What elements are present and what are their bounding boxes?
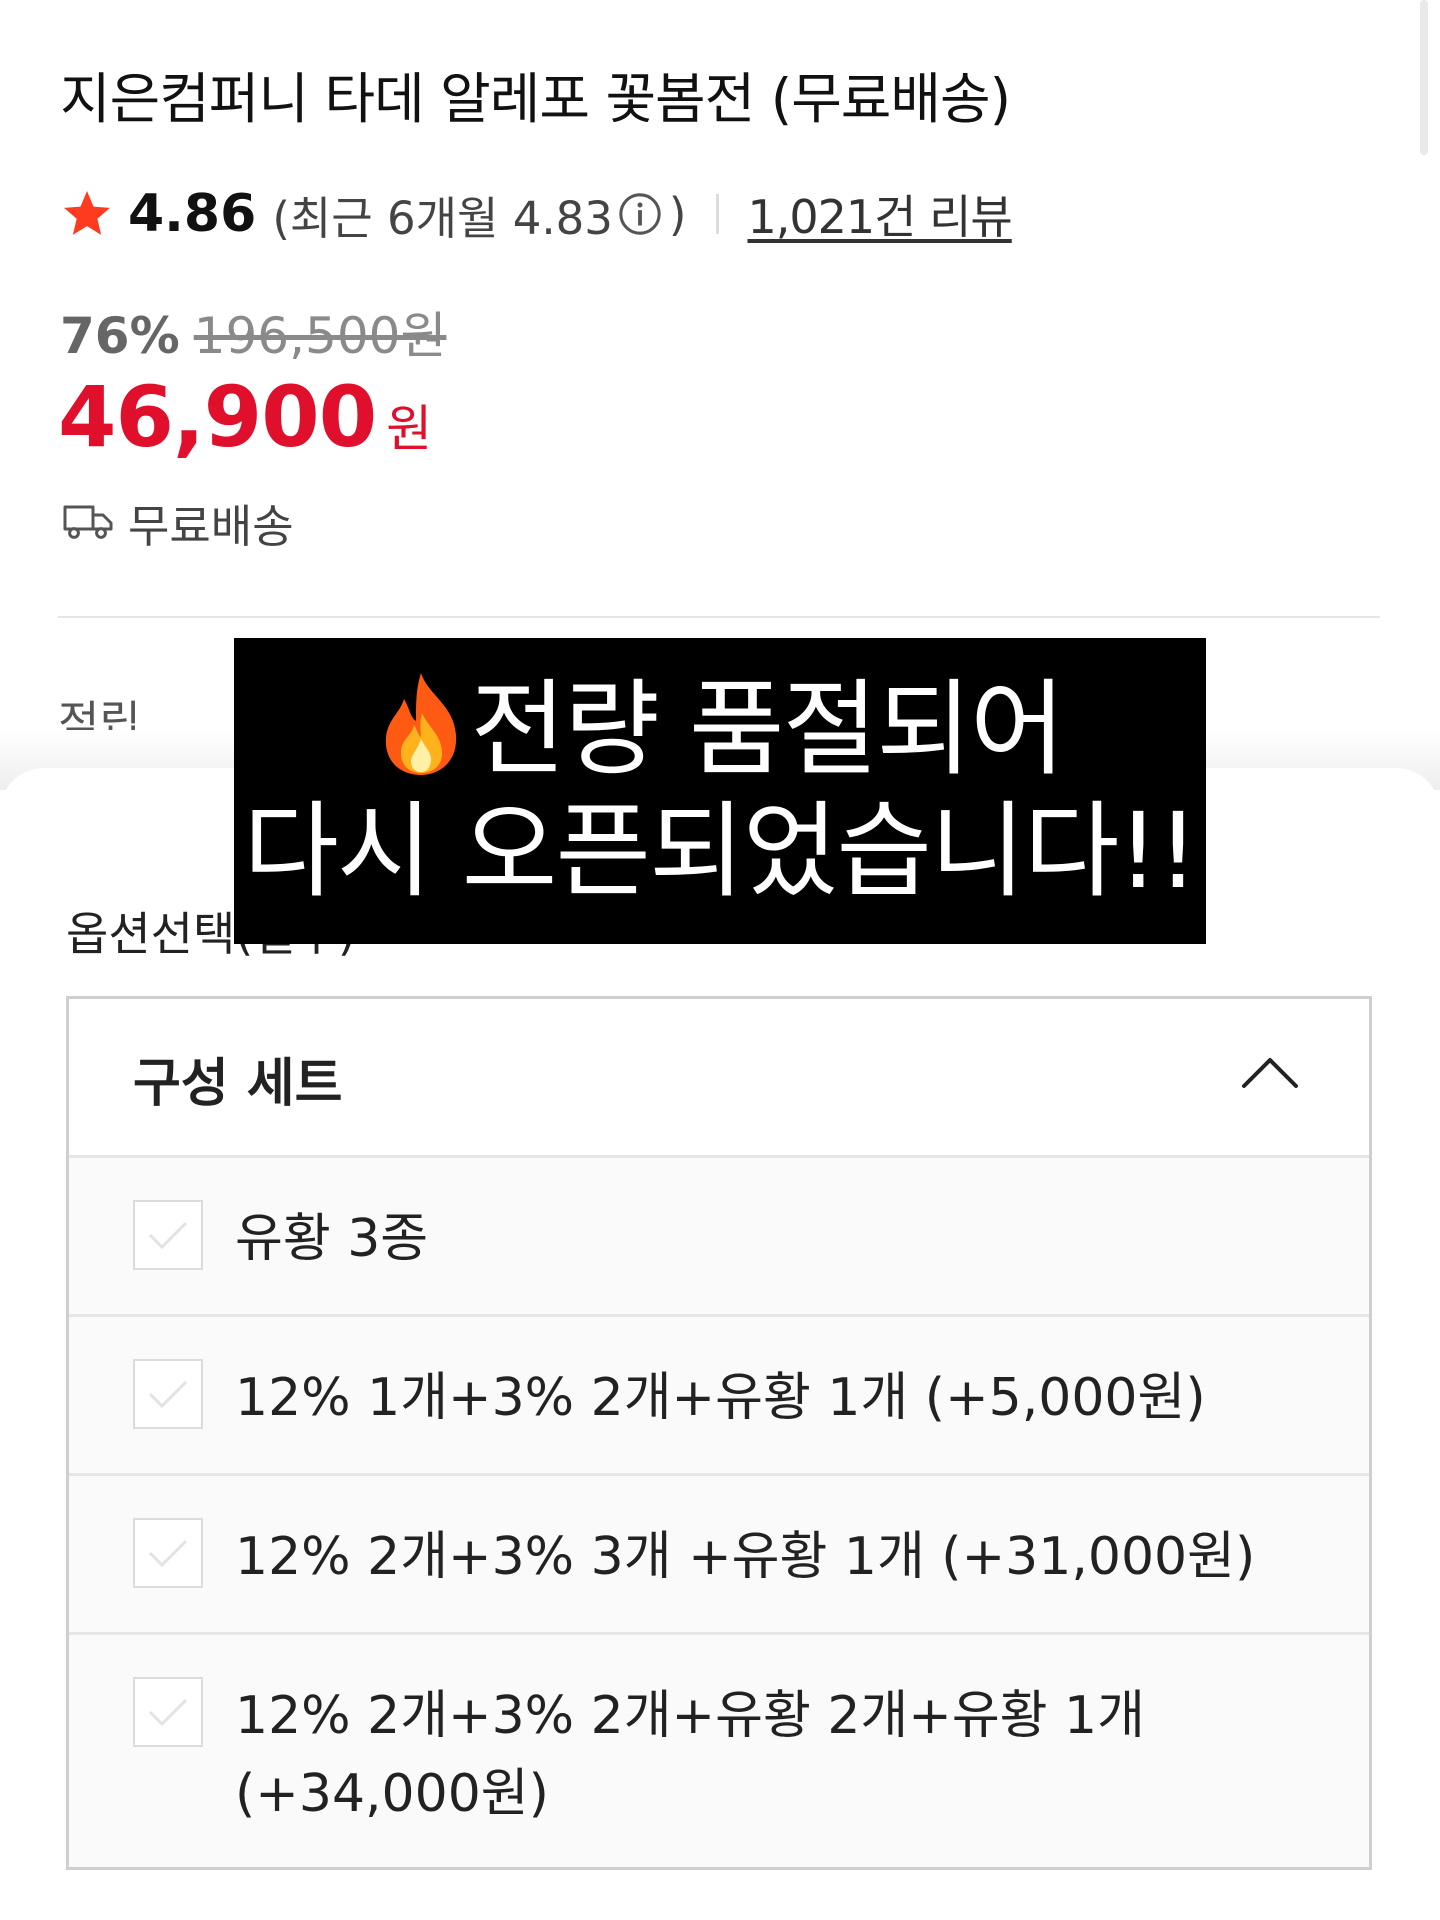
section-divider — [58, 616, 1380, 618]
check-icon — [148, 1221, 188, 1250]
check-icon — [148, 1380, 188, 1409]
banner-text-2: 다시 오픈되었습니다!! — [243, 790, 1199, 912]
option-label: 12% 1개+3% 2개+유황 1개 (+5,000원) — [235, 1368, 1206, 1428]
original-price: 196,500원 — [193, 307, 447, 365]
price-unit: 원 — [386, 400, 433, 458]
option-checkbox[interactable] — [133, 1518, 203, 1588]
option-checkbox[interactable] — [133, 1359, 203, 1429]
option-checkbox[interactable] — [133, 1200, 203, 1270]
rating-divider — [716, 194, 720, 234]
option-dropdown: 구성 세트 유황 3종 12% 1개+3% 2개+유황 1개 (+5,000원)… — [66, 996, 1372, 1870]
price-row: 46,900 원 — [58, 368, 432, 466]
star-icon — [64, 191, 110, 235]
info-icon[interactable] — [617, 191, 663, 237]
check-icon — [148, 1698, 188, 1727]
product-title: 지은컴퍼니 타데 알레포 꽃봄전 (무료배송) — [60, 67, 1011, 131]
review-count-link[interactable]: 1,021건 리뷰 — [747, 181, 1012, 247]
recent-rating-close: ) — [668, 187, 687, 241]
shipping-row: 무료배송 — [62, 494, 294, 553]
fire-icon — [386, 673, 457, 775]
option-item[interactable]: 12% 2개+3% 3개 +유황 1개 (+31,000원) — [69, 1476, 1369, 1635]
shipping-text: 무료배송 — [128, 499, 294, 553]
option-label: 유황 3종 — [235, 1209, 429, 1269]
option-item[interactable]: 12% 2개+3% 2개+유황 2개+유황 1개 (+34,000원) — [69, 1635, 1369, 1867]
page-scrollbar[interactable] — [1420, 0, 1428, 155]
discount-rate: 76% — [60, 307, 180, 365]
option-checkbox[interactable] — [133, 1677, 203, 1747]
option-label: 12% 2개+3% 3개 +유황 1개 (+31,000원) — [235, 1527, 1256, 1587]
option-group-title: 구성 세트 — [133, 1054, 343, 1114]
discount-row: 76% 196,500원 — [60, 296, 446, 368]
recent-rating: (최근 6개월 4.83 ) — [272, 182, 686, 247]
option-group-header[interactable]: 구성 세트 — [69, 999, 1369, 1158]
rating-row: 4.86 (최근 6개월 4.83 ) 1,021건 리뷰 — [60, 181, 1013, 247]
rating-value: 4.86 — [128, 184, 257, 244]
truck-icon — [63, 505, 113, 539]
option-item[interactable]: 유황 3종 — [69, 1158, 1369, 1317]
banner-line-1: 전량 품절되어 — [234, 668, 1206, 790]
sale-price: 46,900 — [58, 368, 377, 466]
check-icon — [148, 1539, 188, 1568]
option-item[interactable]: 12% 1개+3% 2개+유황 1개 (+5,000원) — [69, 1317, 1369, 1476]
banner-text-1: 전량 품절되어 — [470, 668, 1065, 790]
recent-rating-text: (최근 6개월 4.83 — [272, 191, 613, 245]
sold-out-reopen-banner: 전량 품절되어 다시 오픈되었습니다!! — [234, 638, 1206, 944]
option-label: 12% 2개+3% 2개+유황 2개+유황 1개 (+34,000원) — [235, 1686, 1145, 1824]
chevron-up-icon[interactable] — [1241, 1055, 1299, 1089]
